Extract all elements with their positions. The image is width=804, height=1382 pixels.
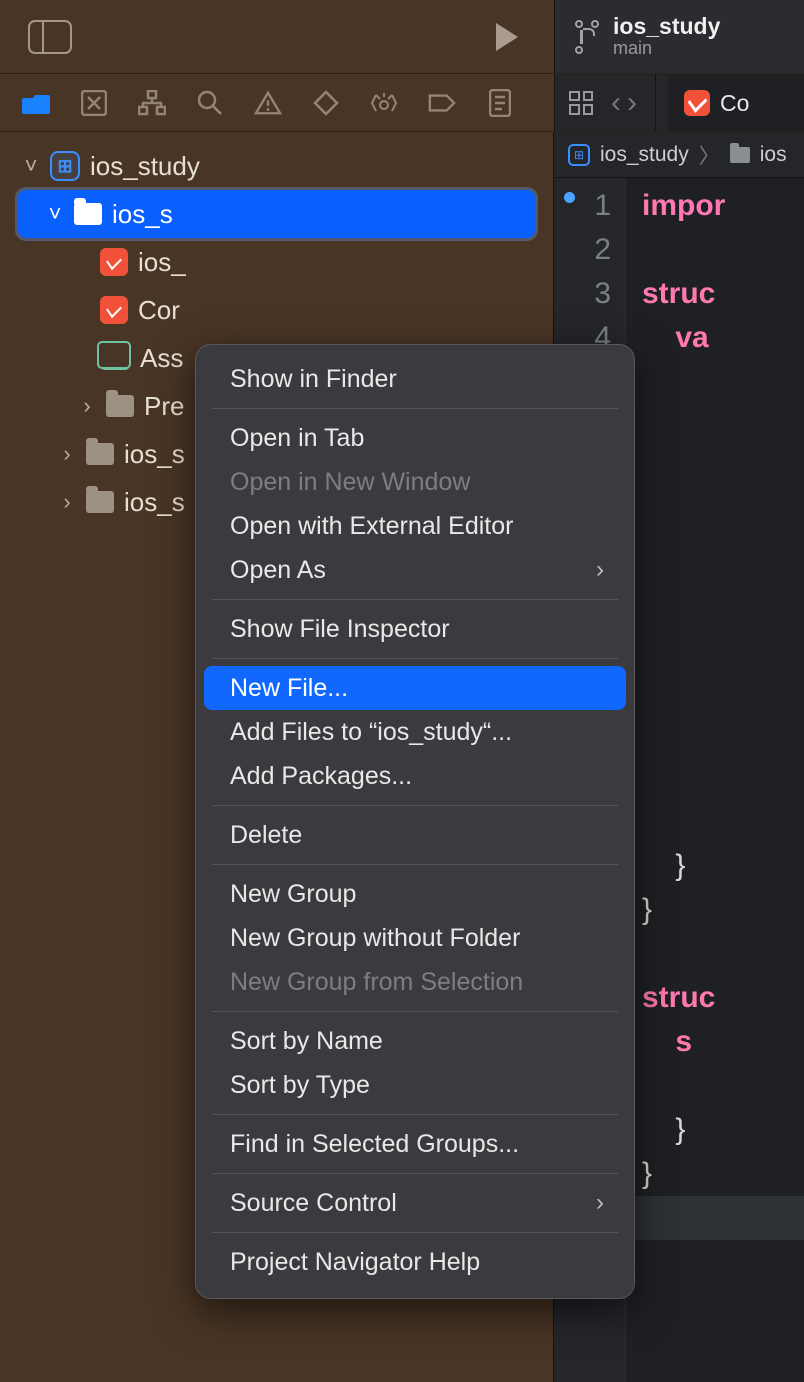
chevron-down-icon: ˅ — [46, 201, 64, 227]
menu-separator — [212, 1232, 618, 1233]
navigator-selector-bar: ‹ › Co — [0, 74, 804, 132]
menu-show-in-finder[interactable]: Show in Finder — [204, 357, 626, 401]
menu-open-in-new-window: Open in New Window — [204, 460, 626, 504]
toggle-navigator-icon[interactable] — [28, 20, 72, 54]
run-button[interactable] — [496, 23, 518, 51]
divider — [655, 74, 656, 131]
menu-new-group[interactable]: New Group — [204, 872, 626, 916]
file-label: ios_ — [138, 247, 186, 278]
window-toolbar: ios_study main — [0, 0, 804, 74]
branch-indicator[interactable]: ios_study main — [554, 0, 804, 73]
menu-new-group-from-selection: New Group from Selection — [204, 960, 626, 1004]
editor-tab[interactable]: Co — [668, 74, 804, 131]
menu-find-in-selected-groups[interactable]: Find in Selected Groups... — [204, 1122, 626, 1166]
project-name-label: ios_study — [90, 151, 200, 182]
menu-new-group-without-folder[interactable]: New Group without Folder — [204, 916, 626, 960]
xcode-project-icon: ⊞ — [50, 151, 80, 181]
menu-separator — [212, 864, 618, 865]
breadcrumb-folder: ios — [760, 143, 787, 167]
symbol-navigator-icon[interactable] — [138, 89, 166, 117]
nav-forward-icon[interactable]: › — [627, 88, 637, 118]
breadcrumb-project: ios_study — [600, 143, 689, 167]
test-navigator-icon[interactable] — [312, 89, 340, 117]
project-navigator-icon[interactable] — [22, 89, 50, 117]
chevron-down-icon: ˅ — [22, 153, 40, 179]
code-text[interactable]: impor struc va — [626, 178, 804, 1382]
folder-icon — [86, 443, 114, 465]
source-control-navigator-icon[interactable] — [80, 89, 108, 117]
chevron-right-icon: › — [58, 489, 76, 515]
swift-file-row[interactable]: ios_ — [0, 238, 553, 286]
xcode-project-icon: ⊞ — [568, 144, 590, 166]
menu-separator — [212, 1011, 618, 1012]
swift-file-row[interactable]: Cor — [0, 286, 553, 334]
folder-icon — [106, 395, 134, 417]
menu-separator — [212, 658, 618, 659]
menu-separator — [212, 599, 618, 600]
project-root-row[interactable]: ˅ ⊞ ios_study — [0, 142, 553, 190]
nav-back-icon[interactable]: ‹ — [611, 88, 621, 118]
report-navigator-icon[interactable] — [486, 89, 514, 117]
folder-icon — [74, 203, 102, 225]
repo-name: ios_study — [613, 14, 720, 39]
debug-navigator-icon[interactable] — [370, 89, 398, 117]
submenu-indicator-icon: › — [596, 1189, 604, 1217]
menu-separator — [212, 805, 618, 806]
selected-folder-row[interactable]: ˅ ios_s — [18, 190, 535, 238]
swift-file-icon — [684, 90, 710, 116]
breakpoint-navigator-icon[interactable] — [428, 89, 456, 117]
menu-new-file[interactable]: New File... — [204, 666, 626, 710]
menu-open-external-editor[interactable]: Open with External Editor — [204, 504, 626, 548]
menu-add-files[interactable]: Add Files to “ios_study“... — [204, 710, 626, 754]
branch-name: main — [613, 39, 720, 59]
folder-label: ios_s — [124, 487, 185, 518]
folder-label: Pre — [144, 391, 184, 422]
menu-separator — [212, 1173, 618, 1174]
file-label: Cor — [138, 295, 180, 326]
menu-open-as[interactable]: Open As › — [204, 548, 626, 592]
tab-label: Co — [720, 90, 749, 117]
swift-file-icon — [100, 248, 128, 276]
folder-icon — [730, 147, 750, 163]
chevron-right-icon: › — [58, 441, 76, 467]
breadcrumb[interactable]: ⊞ ios_study 〉 ios — [554, 132, 804, 178]
context-menu: Show in Finder Open in Tab Open in New W… — [195, 344, 635, 1299]
modified-indicator-icon — [564, 192, 575, 203]
chevron-right-icon: › — [78, 393, 96, 419]
menu-open-in-tab[interactable]: Open in Tab — [204, 416, 626, 460]
issue-navigator-icon[interactable] — [254, 89, 282, 117]
swift-file-icon — [100, 296, 128, 324]
git-branch-icon — [573, 20, 599, 54]
folder-label: ios_s — [124, 439, 185, 470]
assets-icon — [100, 346, 130, 370]
menu-show-file-inspector[interactable]: Show File Inspector — [204, 607, 626, 651]
submenu-indicator-icon: › — [596, 556, 604, 584]
find-navigator-icon[interactable] — [196, 89, 224, 117]
menu-separator — [212, 408, 618, 409]
folder-label: ios_s — [112, 199, 173, 230]
related-items-icon[interactable] — [569, 91, 593, 115]
menu-project-navigator-help[interactable]: Project Navigator Help — [204, 1240, 626, 1284]
file-label: Ass — [140, 343, 183, 374]
menu-sort-by-name[interactable]: Sort by Name — [204, 1019, 626, 1063]
menu-source-control[interactable]: Source Control › — [204, 1181, 626, 1225]
menu-separator — [212, 1114, 618, 1115]
breadcrumb-separator: 〉 — [699, 140, 720, 170]
menu-sort-by-type[interactable]: Sort by Type — [204, 1063, 626, 1107]
folder-icon — [86, 491, 114, 513]
menu-delete[interactable]: Delete — [204, 813, 626, 857]
menu-add-packages[interactable]: Add Packages... — [204, 754, 626, 798]
